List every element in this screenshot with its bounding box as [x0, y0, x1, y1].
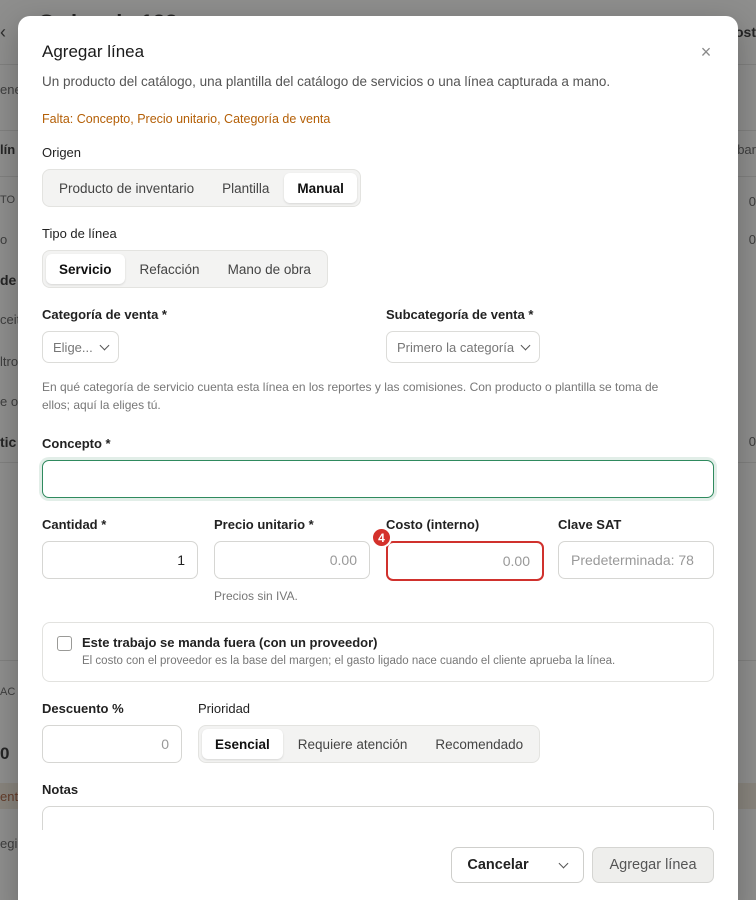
missing-fields-warning: Falta: Concepto, Precio unitario, Catego…: [42, 112, 331, 126]
sale-subcategory-select[interactable]: Primero la categoría: [386, 331, 541, 363]
priority-segmented-control: Esencial Requiere atención Recomendado: [198, 725, 541, 763]
sat-key-input[interactable]: Predeterminada: 78: [558, 541, 714, 579]
sale-subcategory-label: Subcategoría de venta *: [386, 307, 534, 322]
category-hint-line: ellos; aquí la eliges tú.: [42, 398, 161, 412]
line-type-segmented-control: Servicio Refacción Mano de obra: [42, 250, 328, 288]
priority-option-attention[interactable]: Requiere atención: [285, 729, 421, 759]
notes-label: Notas: [42, 782, 79, 797]
outsource-description: El costo con el proveedor es la base del…: [82, 655, 616, 667]
cost-label: Costo (interno): [386, 517, 480, 532]
cost-input[interactable]: 0.00: [386, 541, 544, 581]
concept-label: Concepto *: [42, 436, 111, 451]
chevron-down-icon: [520, 340, 531, 350]
origin-option-template[interactable]: Plantilla: [209, 173, 282, 203]
category-hint: En qué categoría de servicio cuenta esta…: [42, 378, 714, 414]
cancel-button[interactable]: Cancelar: [451, 847, 545, 883]
priority-option-essential[interactable]: Esencial: [202, 729, 283, 759]
outsource-title: Este trabajo se manda fuera (con un prov…: [82, 635, 378, 650]
origin-option-manual[interactable]: Manual: [284, 173, 357, 203]
prices-note: Precios sin IVA.: [214, 589, 298, 603]
line-type-option-labor[interactable]: Mano de obra: [215, 254, 324, 284]
sale-category-value: Elige...: [53, 339, 93, 355]
origin-label: Origen: [42, 145, 82, 160]
sale-category-select[interactable]: Elige...: [42, 331, 119, 363]
dialog-description: Un producto del catálogo, una plantilla …: [42, 74, 611, 89]
dialog-title: Agregar línea: [42, 42, 145, 61]
priority-label: Prioridad: [198, 701, 251, 716]
discount-label: Descuento %: [42, 701, 124, 716]
unit-price-label: Precio unitario *: [214, 517, 314, 532]
line-type-label: Tipo de línea: [42, 226, 117, 241]
concept-input[interactable]: [42, 460, 714, 498]
quantity-input[interactable]: 1: [42, 541, 198, 579]
step-badge: 4: [371, 527, 392, 548]
close-icon[interactable]: ×: [694, 40, 718, 64]
add-line-button[interactable]: Agregar línea: [592, 847, 714, 883]
unit-price-input[interactable]: 0.00: [214, 541, 370, 579]
outsource-checkbox[interactable]: [57, 636, 72, 651]
priority-option-recommended[interactable]: Recomendado: [422, 729, 536, 759]
chevron-down-icon: [558, 858, 569, 868]
cancel-options-button[interactable]: [544, 847, 584, 883]
category-hint-line: En qué categoría de servicio cuenta esta…: [42, 380, 659, 394]
sale-category-label: Categoría de venta *: [42, 307, 167, 322]
origin-option-inventory[interactable]: Producto de inventario: [46, 173, 207, 203]
sat-key-label: Clave SAT: [558, 517, 622, 532]
outsource-option[interactable]: Este trabajo se manda fuera (con un prov…: [42, 622, 714, 682]
sale-subcategory-value: Primero la categoría: [397, 339, 515, 355]
quantity-label: Cantidad *: [42, 517, 107, 532]
discount-input[interactable]: 0: [42, 725, 182, 763]
chevron-down-icon: [99, 340, 110, 350]
add-line-dialog: Agregar línea × Un producto del catálogo…: [18, 16, 738, 900]
origin-segmented-control: Producto de inventario Plantilla Manual: [42, 169, 361, 207]
line-type-option-service[interactable]: Servicio: [46, 254, 125, 284]
line-type-option-part[interactable]: Refacción: [127, 254, 213, 284]
